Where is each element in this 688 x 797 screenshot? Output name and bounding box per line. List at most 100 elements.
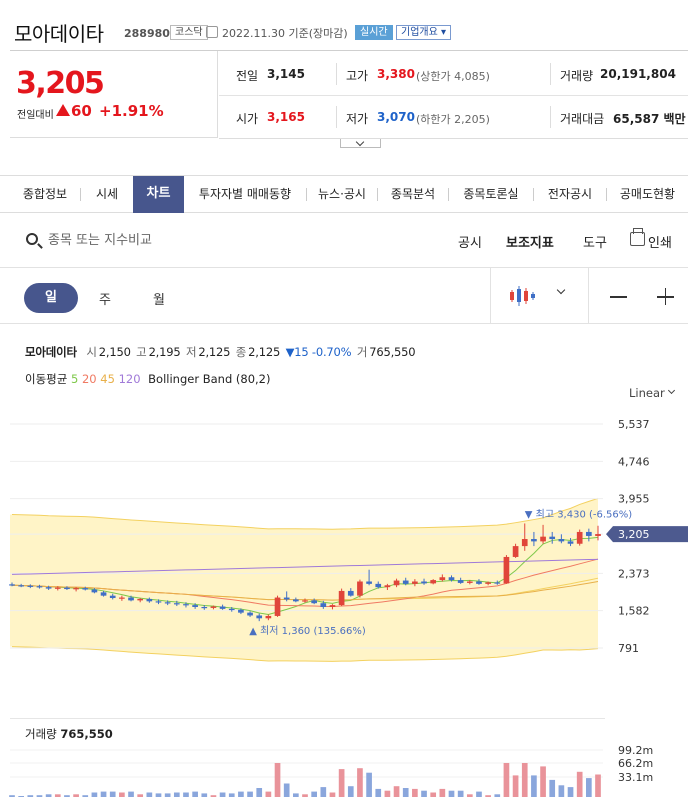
- candle-body: [448, 577, 455, 581]
- ma120-label: 120: [118, 372, 141, 386]
- scale-toggle[interactable]: Linear: [629, 386, 665, 400]
- company-overview-button[interactable]: 기업개요 ▾: [396, 25, 452, 40]
- candle-body: [265, 615, 272, 619]
- tab-quote[interactable]: 시세: [81, 176, 133, 213]
- volume-bar: [311, 791, 317, 797]
- volume-bar: [347, 786, 354, 797]
- chevron-down-icon: ▾: [441, 27, 447, 38]
- candle-body: [531, 539, 537, 542]
- divider: [588, 268, 589, 323]
- tab-news[interactable]: 뉴스·공시: [307, 176, 377, 213]
- tab-discussion[interactable]: 종목토론실: [449, 176, 533, 213]
- lower-limit: (하한가 2,205): [416, 113, 490, 126]
- volume-bar: [595, 774, 601, 797]
- volume-bar: [256, 788, 263, 797]
- print-icon[interactable]: [630, 228, 645, 246]
- candle-body: [567, 541, 574, 544]
- candle-body: [274, 597, 281, 616]
- price-chart[interactable]: 5,537 4,746 3,955 2,373 1,582 791 ▼ 최고 3,430 (…: [0, 400, 688, 710]
- open-value: 2,150: [98, 345, 131, 359]
- volume-value: 20,191,804: [600, 67, 676, 81]
- candle-body: [384, 585, 391, 588]
- candle-body: [146, 598, 153, 602]
- volume-bar: [109, 791, 116, 797]
- candle-body: [64, 587, 70, 590]
- amount-value: 65,587 백만: [613, 112, 686, 126]
- candle-body: [219, 606, 226, 609]
- high-label: 고: [136, 345, 147, 359]
- candle-body: [576, 531, 583, 544]
- volume-bar: [430, 792, 437, 797]
- volume-bar: [576, 771, 583, 797]
- tab-chart[interactable]: 차트: [133, 176, 184, 213]
- candle-body: [82, 588, 89, 590]
- y-tick-label: 1,582: [618, 605, 650, 618]
- candle-body: [393, 580, 400, 586]
- volume-bar: [357, 768, 363, 797]
- chevron-down-icon[interactable]: [667, 386, 676, 395]
- volume-legend: 거래량 765,550: [25, 727, 113, 741]
- close-label: 종: [235, 345, 247, 359]
- indicator-button[interactable]: 보조지표: [506, 232, 554, 251]
- candle-body: [73, 588, 79, 590]
- print-button[interactable]: 인쇄: [648, 232, 672, 251]
- candle-body: [549, 536, 556, 540]
- volume-bar: [503, 763, 510, 797]
- volume-bar: [439, 788, 446, 797]
- candle-body: [512, 546, 519, 557]
- prev-close-label: 전일: [236, 69, 259, 83]
- candle-body: [109, 595, 116, 599]
- tab-short-selling[interactable]: 공매도현황: [607, 176, 688, 213]
- tab-disclosure[interactable]: 전자공시: [534, 176, 606, 213]
- notice-button[interactable]: 공시: [458, 232, 482, 251]
- volume-bar: [412, 788, 418, 797]
- period-month-button[interactable]: 월: [153, 289, 165, 308]
- amount-label: 거래대금: [560, 112, 605, 126]
- candle-body: [466, 581, 473, 583]
- change-percent: +1.91%: [99, 102, 164, 120]
- divider: [0, 323, 688, 324]
- period-day-button[interactable]: 일: [24, 283, 78, 313]
- ma5-label: 5: [70, 372, 79, 386]
- volume-bar: [375, 788, 382, 797]
- volume-bar: [448, 790, 455, 797]
- candle-body: [347, 590, 354, 596]
- period-week-button[interactable]: 주: [99, 289, 111, 308]
- volume-bar: [219, 792, 226, 797]
- zoom-in-icon[interactable]: [657, 290, 674, 303]
- candle-body: [119, 597, 125, 599]
- candle-body: [457, 580, 464, 583]
- realtime-badge[interactable]: 실시간: [355, 25, 393, 40]
- zoom-out-icon[interactable]: [610, 296, 627, 298]
- y-tick-label: 4,746: [618, 455, 650, 468]
- candle-body: [228, 608, 235, 611]
- candle-body: [595, 534, 601, 536]
- candle-body: [173, 603, 180, 605]
- volume-bar: [274, 763, 281, 797]
- volume-bar: [100, 791, 107, 797]
- volume-tick-label: 99.2m: [618, 744, 653, 757]
- candle-body: [302, 600, 308, 602]
- tab-analysis[interactable]: 종목분석: [378, 176, 448, 213]
- candle-body: [439, 577, 446, 581]
- candle-body: [521, 539, 528, 547]
- tools-button[interactable]: 도구: [583, 232, 607, 251]
- volume-bar: [521, 763, 528, 797]
- tab-investor[interactable]: 투자자별 매매동향: [184, 176, 306, 213]
- expand-button[interactable]: [340, 137, 381, 148]
- candlestick-icon[interactable]: [508, 284, 536, 308]
- y-tick-label: 791: [618, 642, 639, 655]
- chevron-down-icon[interactable]: [556, 285, 566, 295]
- tab-overview[interactable]: 종합정보: [10, 176, 80, 213]
- candle-body: [586, 531, 592, 536]
- candle-body: [357, 581, 363, 596]
- low-label: 저: [185, 345, 197, 359]
- search-input[interactable]: [48, 229, 228, 251]
- low-label: 저가: [346, 112, 369, 126]
- upper-limit: (상한가 4,085): [416, 70, 490, 83]
- candle-body: [430, 580, 437, 584]
- volume-bar: [393, 786, 400, 797]
- divider: [219, 138, 688, 139]
- search-icon[interactable]: [26, 233, 38, 245]
- ma-legend[interactable]: 이동평균 5 20 45 120 Bollinger Band (80,2): [25, 371, 271, 387]
